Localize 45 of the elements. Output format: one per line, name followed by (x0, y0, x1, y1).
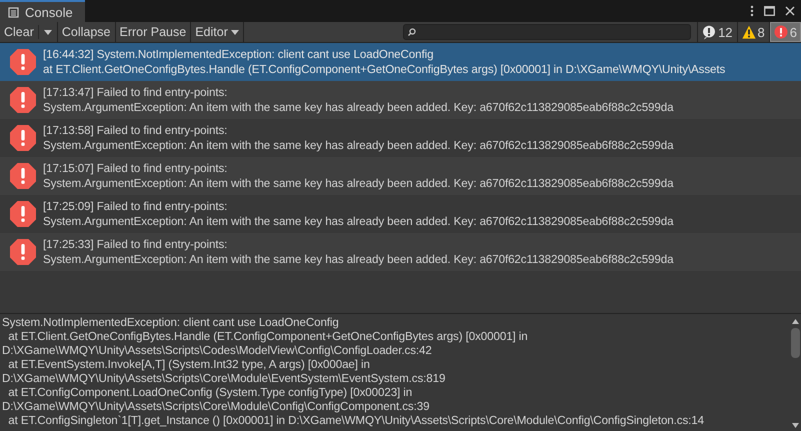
log-text: [17:13:47] Failed to find entry-points: (43, 85, 228, 100)
log-text: [17:25:33] Failed to find entry-points: (43, 237, 228, 252)
error-icon (774, 24, 788, 40)
log-text: [17:25:09] Failed to find entry-points: (43, 199, 228, 214)
stack-trace-text: at ET.Client.GetOneConfigBytes.Handle (ET.ConfigComponent+GetOneConfigBytes args) [0x00001] in (7, 330, 529, 344)
log-entry[interactable]: [17:15:07] Failed to find entry-points: System.ArgumentException: An item with the same key has already been added. Key: a670f62c113829085eab6f88c2c599da (0, 157, 801, 195)
stack-trace-text: at ET.EventSystem.Invoke[A,T] (System.Int32 type, A args) [0x000ae] in (7, 358, 371, 372)
error-icon (9, 200, 37, 228)
log-text: System.ArgumentException: An item with the same key has already been added. Key: a670f62c113829085eab6f88c2c599da (43, 214, 674, 229)
error-icon (9, 238, 37, 266)
scroll-up-icon[interactable] (792, 319, 798, 324)
console-tab[interactable]: Console (0, 0, 85, 22)
stack-trace-text: D:\XGame\WMQY\Unity\Assets\Scripts\Codes\ModelView\Config\ConfigLoader.cs:42 (2, 344, 433, 358)
search-icon (408, 28, 416, 36)
log-entry[interactable]: [16:44:32] System.NotImplementedException: client cant use LoadOneConfig at ET.Client.GetOneConfigBytes.Handle (ET.ConfigComponent+GetOneConfigBytes args) [0x00001] in D:\XGame\WMQY\Unity\Assets (0, 43, 801, 81)
log-entry[interactable]: [17:13:47] Failed to find entry-points: System.ArgumentException: An item with the same key has already been added. Key: a670f62c113829085eab6f88c2c599da (0, 81, 801, 119)
stack-trace-text: at ET.ConfigComponent.LoadOneConfig (System.Type configType) [0x00023] in (7, 386, 414, 400)
error-icon (9, 124, 37, 152)
caret-icon (44, 30, 52, 34)
search-field[interactable] (403, 24, 692, 40)
log-text: at ET.Client.GetOneConfigBytes.Handle (ET.ConfigComponent+GetOneConfigBytes args) [0x00001] in D:\XGame\WMQY\Unity\Assets (43, 62, 726, 77)
scroll-thumb[interactable] (790, 328, 800, 358)
scroll-down-icon[interactable] (792, 423, 798, 428)
stack-trace-text: D:\XGame\WMQY\Unity\Assets\Scripts\Core\Module\Config\ConfigComponent.cs:39 (2, 400, 430, 414)
close-icon[interactable] (785, 6, 795, 16)
warning-icon (742, 24, 756, 40)
maximize-icon[interactable] (764, 6, 775, 16)
stack-trace-text: D:\XGame\WMQY\Unity\Assets\Scripts\Core\Module\EventSystem\EventSystem.cs:819 (2, 372, 446, 386)
log-text: [17:15:07] Failed to find entry-points: (43, 161, 228, 176)
log-text: System.ArgumentException: An item with the same key has already been added. Key: a670f62c113829085eab6f88c2c599da (43, 176, 674, 191)
error-icon (9, 162, 37, 190)
speech-bubble-icon (702, 24, 716, 40)
list-icon (8, 6, 19, 18)
log-text: System.ArgumentException: An item with the same key has already been added. Key: a670f62c113829085eab6f88c2c599da (43, 252, 674, 267)
log-text: System.ArgumentException: An item with the same key has already been added. Key: a670f62c113829085eab6f88c2c599da (43, 100, 674, 115)
error-icon (9, 48, 37, 76)
stack-trace-text: at ET.ConfigSingleton`1[T].get_Instance () [0x00001] in D:\XGame\WMQY\Unity\Assets\Scripts\Core\Module\Config\ConfigSingleton.cs:14 (7, 414, 705, 428)
more-options-icon[interactable] (750, 5, 754, 17)
log-entry[interactable]: [17:25:33] Failed to find entry-points: System.ArgumentException: An item with the same key has already been added. Key: a670f62c113829085eab6f88c2c599da (0, 233, 801, 271)
log-text: System.ArgumentException: An item with the same key has already been added. Key: a670f62c113829085eab6f88c2c599da (43, 138, 674, 153)
log-text: [17:13:58] Failed to find entry-points: (43, 123, 228, 138)
stack-trace-text: System.NotImplementedException: client cant use LoadOneConfig (2, 316, 340, 330)
error-icon (9, 86, 37, 114)
log-text: [16:44:32] System.NotImplementedException: client cant use LoadOneConfig (43, 47, 434, 62)
caret-icon (230, 30, 239, 34)
